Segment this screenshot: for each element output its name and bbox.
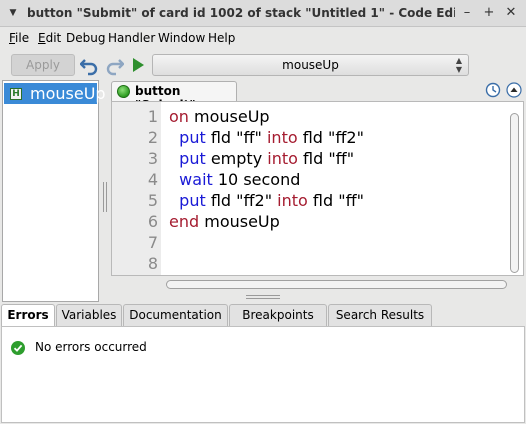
code-keyword: into <box>266 128 298 147</box>
code-text: fld "ff2" <box>205 191 278 210</box>
code-line[interactable]: put fld "ff2" into fld "ff" <box>169 191 364 210</box>
tab-documentation[interactable]: Documentation <box>123 304 228 326</box>
vertical-splitter[interactable] <box>102 182 108 212</box>
line-number: 3 <box>147 149 158 168</box>
code-text: 10 second <box>212 170 301 189</box>
code-line[interactable]: put empty into fld "ff" <box>169 149 354 168</box>
code-keyword: wait <box>179 170 213 189</box>
line-number: 8 <box>147 254 158 273</box>
code-keyword: end <box>169 212 200 231</box>
tab-breakpoints[interactable]: Breakpoints <box>229 304 327 326</box>
handler-icon: H <box>10 88 22 100</box>
horizontal-splitter[interactable] <box>246 295 280 300</box>
status-message: No errors occurred <box>35 340 147 354</box>
tab-script[interactable]: button "Submit" <box>111 81 237 112</box>
triangle-down-icon[interactable]: ▼ <box>4 4 22 22</box>
code-keyword: put <box>179 191 206 210</box>
clock-icon[interactable] <box>485 82 501 98</box>
menu-bar: File Edit Debug Handler Window Help <box>0 27 526 50</box>
play-icon[interactable] <box>128 54 148 76</box>
code-text: empty <box>205 149 268 168</box>
code-keyword: into <box>277 191 308 210</box>
handler-select[interactable]: mouseUp ▲ ▼ <box>152 54 469 76</box>
handlers-list: H mouseUp <box>2 80 106 302</box>
menu-window[interactable]: Window <box>158 31 205 45</box>
line-number: 2 <box>147 128 158 147</box>
code-keyword: put <box>179 149 206 168</box>
code-text: mouseUp <box>188 107 270 126</box>
code-keyword: into <box>267 149 298 168</box>
line-number: 6 <box>147 212 158 231</box>
code-line[interactable]: end mouseUp <box>169 212 280 231</box>
green-dot-icon <box>117 85 130 98</box>
code-text: fld "ff" <box>307 191 364 210</box>
line-number: 4 <box>147 170 158 189</box>
line-number: 7 <box>147 233 158 252</box>
tab-search-results[interactable]: Search Results <box>328 304 432 326</box>
line-number-gutter: 1 2 3 4 5 6 7 8 <box>112 102 161 275</box>
vertical-scrollbar[interactable] <box>510 113 519 273</box>
code-line[interactable]: put fld "ff" into fld "ff2" <box>169 128 364 147</box>
redo-icon[interactable] <box>104 54 125 76</box>
tab-errors[interactable]: Errors <box>1 304 55 327</box>
window-title: button "Submit" of card id 1002 of stack… <box>27 6 455 20</box>
select-arrows-icon: ▲ ▼ <box>455 56 462 74</box>
bottom-tab-bar: Errors Variables Documentation Breakpoin… <box>0 304 526 327</box>
errors-panel: No errors occurred <box>1 326 525 423</box>
line-number: 1 <box>147 107 158 126</box>
code-keyword: on <box>169 107 189 126</box>
horizontal-scrollbar[interactable] <box>166 280 507 289</box>
chevron-up-icon[interactable] <box>506 82 522 98</box>
minimize-icon[interactable]: – <box>458 4 476 22</box>
line-number: 5 <box>147 191 158 210</box>
menu-handler[interactable]: Handler <box>108 31 155 45</box>
list-item[interactable]: H mouseUp <box>4 83 106 104</box>
code-text: mouseUp <box>199 212 280 231</box>
script-editor[interactable]: 1 2 3 4 5 6 7 8 on mouseUp put fld "ff" … <box>111 101 524 276</box>
check-circle-icon <box>11 341 25 355</box>
handler-label: mouseUp <box>30 84 106 103</box>
maximize-icon[interactable]: + <box>480 4 498 22</box>
code-line[interactable]: wait 10 second <box>169 170 300 189</box>
title-bar: ▼ button "Submit" of card id 1002 of sta… <box>0 0 526 27</box>
code-line[interactable]: on mouseUp <box>169 107 270 126</box>
menu-debug[interactable]: Debug <box>66 31 105 45</box>
code-keyword: put <box>179 128 206 147</box>
menu-file[interactable]: File <box>9 31 29 45</box>
code-text: fld "ff2" <box>297 128 364 147</box>
menu-edit[interactable]: Edit <box>38 31 61 45</box>
code-text: fld "ff" <box>297 149 355 168</box>
code-text: fld "ff" <box>205 128 267 147</box>
menu-help[interactable]: Help <box>208 31 235 45</box>
close-icon[interactable]: ✕ <box>502 4 520 22</box>
tab-variables[interactable]: Variables <box>56 304 122 326</box>
toolbar: Apply mouseUp ▲ ▼ <box>0 50 526 80</box>
apply-button[interactable]: Apply <box>11 54 75 76</box>
undo-icon[interactable] <box>79 54 100 76</box>
